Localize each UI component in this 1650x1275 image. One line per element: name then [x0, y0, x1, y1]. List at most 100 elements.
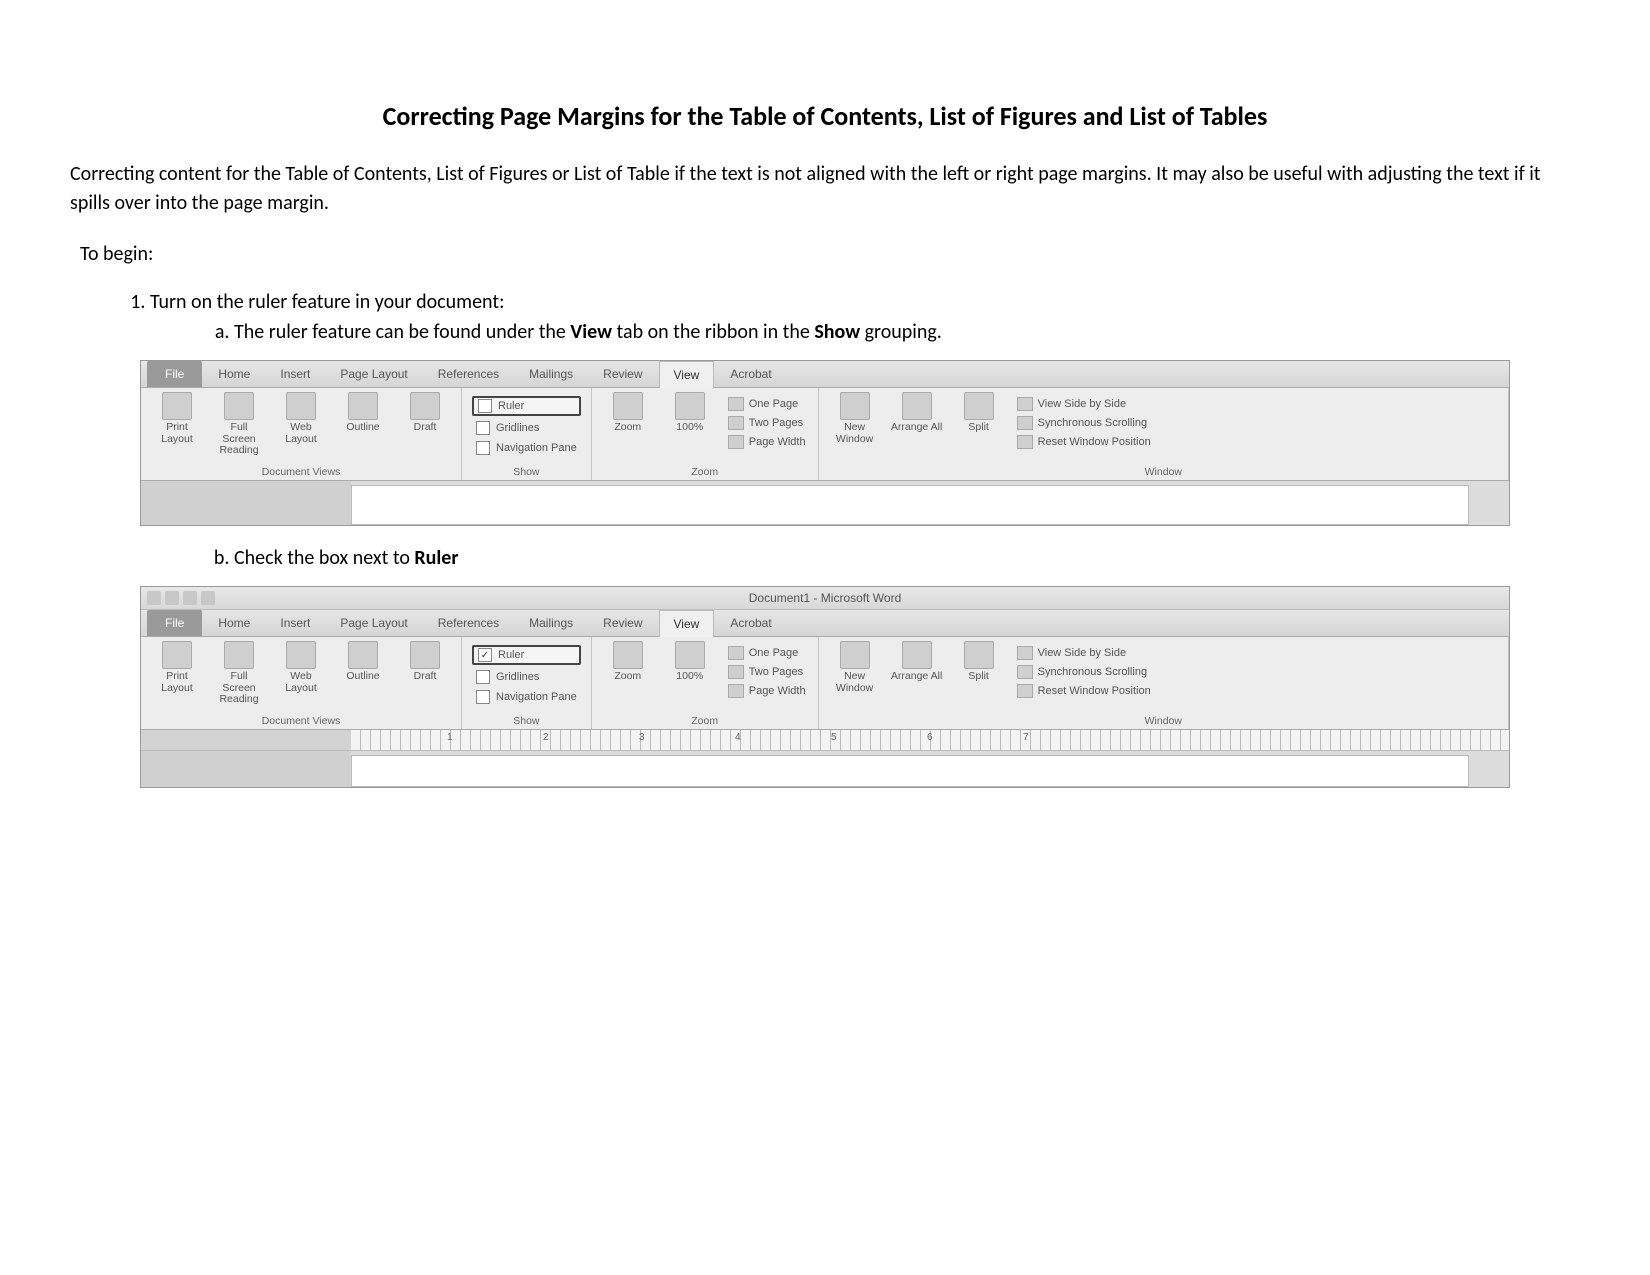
- ruler-ticks: 1 2 3 4 5 6 7: [351, 730, 1509, 750]
- sync-scroll-button[interactable]: Synchronous Scrolling: [1015, 415, 1153, 431]
- outline-button-2[interactable]: Outline: [337, 641, 389, 683]
- step-1a-view: View: [570, 320, 612, 344]
- tab-acrobat-2[interactable]: Acrobat: [716, 610, 785, 636]
- qat-redo-icon[interactable]: [201, 591, 215, 605]
- navpane-checkbox-label-2: Navigation Pane: [496, 691, 577, 703]
- screenshot-1-ribbon: File Home Insert Page Layout References …: [140, 360, 1510, 526]
- tab-page-layout-2[interactable]: Page Layout: [326, 610, 421, 636]
- ruler-checkbox-row[interactable]: Ruler: [472, 396, 581, 416]
- outline-button[interactable]: Outline: [337, 392, 389, 434]
- web-layout-icon-2: [286, 641, 316, 669]
- tab-acrobat[interactable]: Acrobat: [716, 361, 785, 387]
- group-zoom: Zoom 100% One Page Two Pages Page Width …: [592, 388, 819, 480]
- ruler-checkbox[interactable]: [478, 399, 492, 413]
- tab-file-2[interactable]: File: [147, 610, 202, 636]
- full-screen-reading-button[interactable]: Full ScreenReading: [213, 392, 265, 457]
- two-pages-button[interactable]: Two Pages: [726, 415, 808, 431]
- tab-home[interactable]: Home: [204, 361, 264, 387]
- tab-review-2[interactable]: Review: [589, 610, 656, 636]
- arrange-all-button-2[interactable]: Arrange All: [891, 641, 943, 683]
- gridlines-checkbox-2[interactable]: [476, 670, 490, 684]
- print-layout-icon: [162, 392, 192, 420]
- tab-insert-2[interactable]: Insert: [266, 610, 324, 636]
- arrange-all-button[interactable]: Arrange All: [891, 392, 943, 434]
- reset-window-button-2[interactable]: Reset Window Position: [1015, 683, 1153, 699]
- split-button-2[interactable]: Split: [953, 641, 1005, 683]
- qat-save-icon[interactable]: [165, 591, 179, 605]
- hundred-icon-2: [675, 641, 705, 669]
- tab-mailings[interactable]: Mailings: [515, 361, 587, 387]
- gridlines-checkbox-row[interactable]: Gridlines: [472, 420, 581, 436]
- tab-references[interactable]: References: [424, 361, 513, 387]
- intro-paragraph: Correcting content for the Table of Cont…: [70, 160, 1580, 218]
- page-title: Correcting Page Margins for the Table of…: [70, 100, 1580, 132]
- tab-references-2[interactable]: References: [424, 610, 513, 636]
- two-pages-button-2[interactable]: Two Pages: [726, 664, 808, 680]
- draft-icon: [410, 392, 440, 420]
- draft-button[interactable]: Draft: [399, 392, 451, 434]
- tab-insert[interactable]: Insert: [266, 361, 324, 387]
- print-layout-button[interactable]: PrintLayout: [151, 392, 203, 445]
- hundred-percent-button[interactable]: 100%: [664, 392, 716, 434]
- page-width-icon-2: [728, 684, 744, 698]
- navpane-checkbox-row-2[interactable]: Navigation Pane: [472, 689, 581, 705]
- print-layout-button-2[interactable]: PrintLayout: [151, 641, 203, 694]
- tab-mailings-2[interactable]: Mailings: [515, 610, 587, 636]
- ribbon-body-2: PrintLayout Full ScreenReading WebLayout…: [141, 637, 1509, 730]
- ruler-checkbox-row-2[interactable]: ✓Ruler: [472, 645, 581, 665]
- navpane-checkbox[interactable]: [476, 441, 490, 455]
- gridlines-checkbox-row-2[interactable]: Gridlines: [472, 669, 581, 685]
- tab-page-layout[interactable]: Page Layout: [326, 361, 421, 387]
- page-width-button-2[interactable]: Page Width: [726, 683, 808, 699]
- sync-scroll-button-2[interactable]: Synchronous Scrolling: [1015, 664, 1153, 680]
- split-button[interactable]: Split: [953, 392, 1005, 434]
- side-by-side-button-2[interactable]: View Side by Side: [1015, 645, 1153, 661]
- show-group-label-2: Show: [472, 713, 581, 727]
- web-layout-button-2[interactable]: WebLayout: [275, 641, 327, 694]
- navpane-checkbox-2[interactable]: [476, 690, 490, 704]
- navpane-checkbox-label: Navigation Pane: [496, 442, 577, 454]
- hundred-button-2[interactable]: 100%: [664, 641, 716, 683]
- print-layout-l1: Print: [166, 421, 188, 433]
- hundred-icon: [675, 392, 705, 420]
- split-label: Split: [968, 421, 988, 433]
- draft-icon-2: [410, 641, 440, 669]
- view-side-by-side-button[interactable]: View Side by Side: [1015, 396, 1153, 412]
- tab-view-2[interactable]: View: [659, 610, 715, 637]
- doc-area-1: [141, 481, 1509, 525]
- ruler-checkbox-2[interactable]: ✓: [478, 648, 492, 662]
- ruler-num-7: 7: [1023, 732, 1029, 743]
- zoom-button[interactable]: Zoom: [602, 392, 654, 434]
- side-by-side-icon-2: [1017, 646, 1033, 660]
- split-icon: [964, 392, 994, 420]
- one-page-button-2[interactable]: One Page: [726, 645, 808, 661]
- page-width-button[interactable]: Page Width: [726, 434, 808, 450]
- tab-home-2[interactable]: Home: [204, 610, 264, 636]
- reset-window-label: Reset Window Position: [1038, 436, 1151, 448]
- qat-word-icon: [147, 591, 161, 605]
- two-pages-icon-2: [728, 665, 744, 679]
- qat-undo-icon[interactable]: [183, 591, 197, 605]
- tab-view[interactable]: View: [659, 361, 715, 388]
- zoom-button-2[interactable]: Zoom: [602, 641, 654, 683]
- new-window-button-2[interactable]: New Window: [829, 641, 881, 694]
- zoom-icon: [613, 392, 643, 420]
- quick-access-toolbar[interactable]: [147, 591, 215, 605]
- horizontal-ruler[interactable]: 1 2 3 4 5 6 7: [141, 730, 1509, 751]
- ruler-left-margin: [141, 730, 351, 750]
- navpane-checkbox-row[interactable]: Navigation Pane: [472, 440, 581, 456]
- reset-window-button[interactable]: Reset Window Position: [1015, 434, 1153, 450]
- fsr-icon-2: [224, 641, 254, 669]
- step-1b-pre: Check the box next to: [234, 546, 414, 570]
- hundred-label: 100%: [676, 422, 703, 434]
- draft-button-2[interactable]: Draft: [399, 641, 451, 683]
- full-screen-reading-button-2[interactable]: Full ScreenReading: [213, 641, 265, 706]
- one-page-button[interactable]: One Page: [726, 396, 808, 412]
- web-layout-button[interactable]: WebLayout: [275, 392, 327, 445]
- new-window-button[interactable]: New Window: [829, 392, 881, 445]
- doc-views-group-label-2: Document Views: [151, 713, 451, 727]
- tab-file[interactable]: File: [147, 361, 202, 387]
- step-1-text: Turn on the ruler feature in your docume…: [150, 290, 504, 314]
- gridlines-checkbox[interactable]: [476, 421, 490, 435]
- tab-review[interactable]: Review: [589, 361, 656, 387]
